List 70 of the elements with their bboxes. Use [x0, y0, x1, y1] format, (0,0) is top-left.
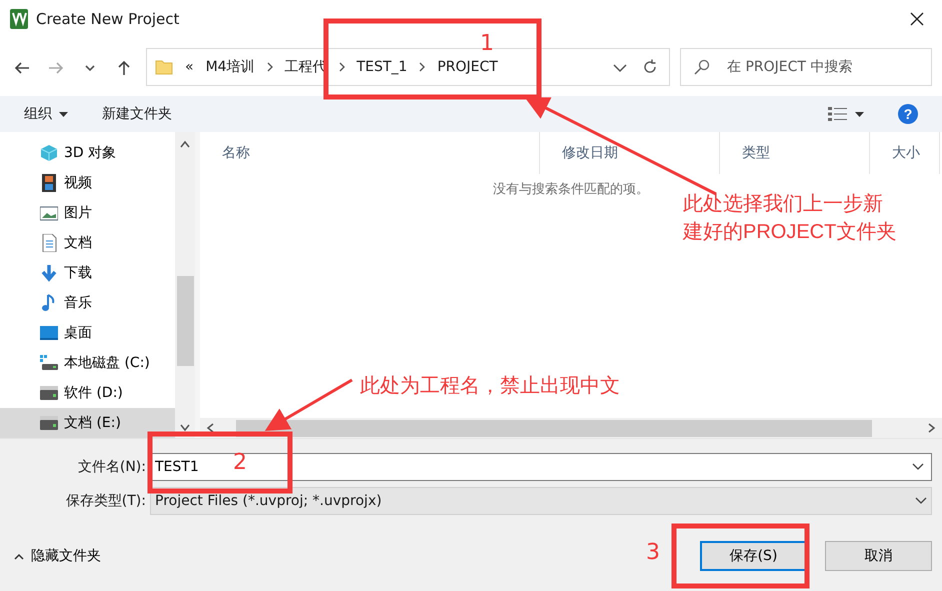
- scroll-right-icon: [928, 423, 936, 433]
- scroll-down-icon: [180, 424, 190, 432]
- column-header[interactable]: 大小: [870, 132, 940, 174]
- breadcrumb-item[interactable]: M4培训: [206, 56, 255, 78]
- breadcrumb-item[interactable]: PROJECT: [437, 56, 498, 78]
- download-icon: [40, 264, 58, 282]
- chevron-down-icon: [613, 62, 627, 73]
- scroll-thumb[interactable]: [236, 420, 872, 436]
- sidebar-item[interactable]: 3D 对象: [0, 138, 175, 168]
- chevron-right-icon: [266, 62, 273, 72]
- step-number: 2: [233, 452, 247, 474]
- breadcrumb-item[interactable]: TEST_1: [356, 56, 408, 78]
- sidebar-item[interactable]: 软件 (D:): [0, 378, 175, 408]
- chevron-right-icon: [338, 62, 345, 72]
- scroll-thumb[interactable]: [176, 276, 194, 366]
- scroll-up-icon: [180, 140, 190, 148]
- back-icon: [14, 60, 30, 76]
- sidebar-item[interactable]: 下载: [0, 258, 175, 288]
- cancel-button[interactable]: 取消: [825, 541, 932, 571]
- annotation-note: 此处选择我们上一步新建好的PROJECT文件夹: [683, 192, 898, 245]
- column-header[interactable]: 类型: [720, 132, 870, 174]
- sidebar-item[interactable]: 本地磁盘 (C:): [0, 348, 175, 378]
- organize-menu[interactable]: 组织: [24, 104, 68, 124]
- sidebar-item[interactable]: 音乐: [0, 288, 175, 318]
- refresh-icon: [642, 59, 658, 75]
- drive-icon: [40, 384, 58, 402]
- drive-icon: [40, 414, 58, 432]
- horizontal-scrollbar[interactable]: [200, 418, 942, 438]
- window-title: Create New Project: [36, 8, 180, 30]
- step-number: 1: [480, 33, 494, 55]
- picture-icon: [40, 204, 58, 222]
- field-label: 保存类型(T):: [64, 492, 146, 510]
- caret-icon: [855, 112, 864, 116]
- empty-message: 没有与搜索条件匹配的项。: [493, 181, 649, 199]
- view-list-icon: [828, 106, 848, 122]
- up-icon: [116, 60, 132, 76]
- column-header[interactable]: 名称: [200, 132, 540, 174]
- help-button[interactable]: ?: [898, 104, 918, 124]
- column-header[interactable]: 修改日期: [540, 132, 720, 174]
- new-folder-button[interactable]: 新建文件夹: [102, 104, 172, 124]
- chevron-down-icon: [912, 463, 924, 471]
- document-icon: [40, 234, 58, 252]
- chevron-down-icon: [915, 497, 927, 505]
- drive-icon: [40, 354, 58, 372]
- sidebar-item[interactable]: 视频: [0, 168, 175, 198]
- step-number: 3: [646, 542, 660, 564]
- caret-icon: [59, 112, 68, 116]
- save-button[interactable]: 保存(S): [700, 541, 807, 571]
- breadcrumb-overflow[interactable]: «: [185, 56, 194, 78]
- chevron-right-icon: [419, 62, 426, 72]
- monitor-icon: [40, 324, 58, 342]
- sidebar-item[interactable]: 图片: [0, 198, 175, 228]
- sidebar-item[interactable]: 文档: [0, 228, 175, 258]
- sidebar-item[interactable]: 桌面: [0, 318, 175, 348]
- cube-icon: [40, 144, 58, 162]
- chevron-up-icon: [14, 552, 24, 560]
- folder-icon: [155, 58, 173, 76]
- film-strip-icon: [40, 174, 58, 192]
- sidebar-item[interactable]: 文档 (E:): [0, 408, 175, 438]
- field-label: 文件名(N):: [76, 458, 146, 476]
- annotation-note: 此处为工程名，禁止出现中文: [360, 374, 620, 399]
- file-type-dropdown[interactable]: Project Files (*.uvproj; *.uvprojx): [150, 487, 932, 515]
- scroll-left-icon: [206, 423, 214, 433]
- view-options-button[interactable]: [828, 106, 864, 122]
- forward-icon: [48, 60, 64, 76]
- search-icon: [694, 59, 710, 75]
- close-icon: [910, 12, 924, 26]
- vertical-scrollbar[interactable]: [175, 132, 195, 438]
- search-field[interactable]: 在 PROJECT 中搜索: [680, 48, 932, 86]
- app-logo-icon: [10, 9, 28, 29]
